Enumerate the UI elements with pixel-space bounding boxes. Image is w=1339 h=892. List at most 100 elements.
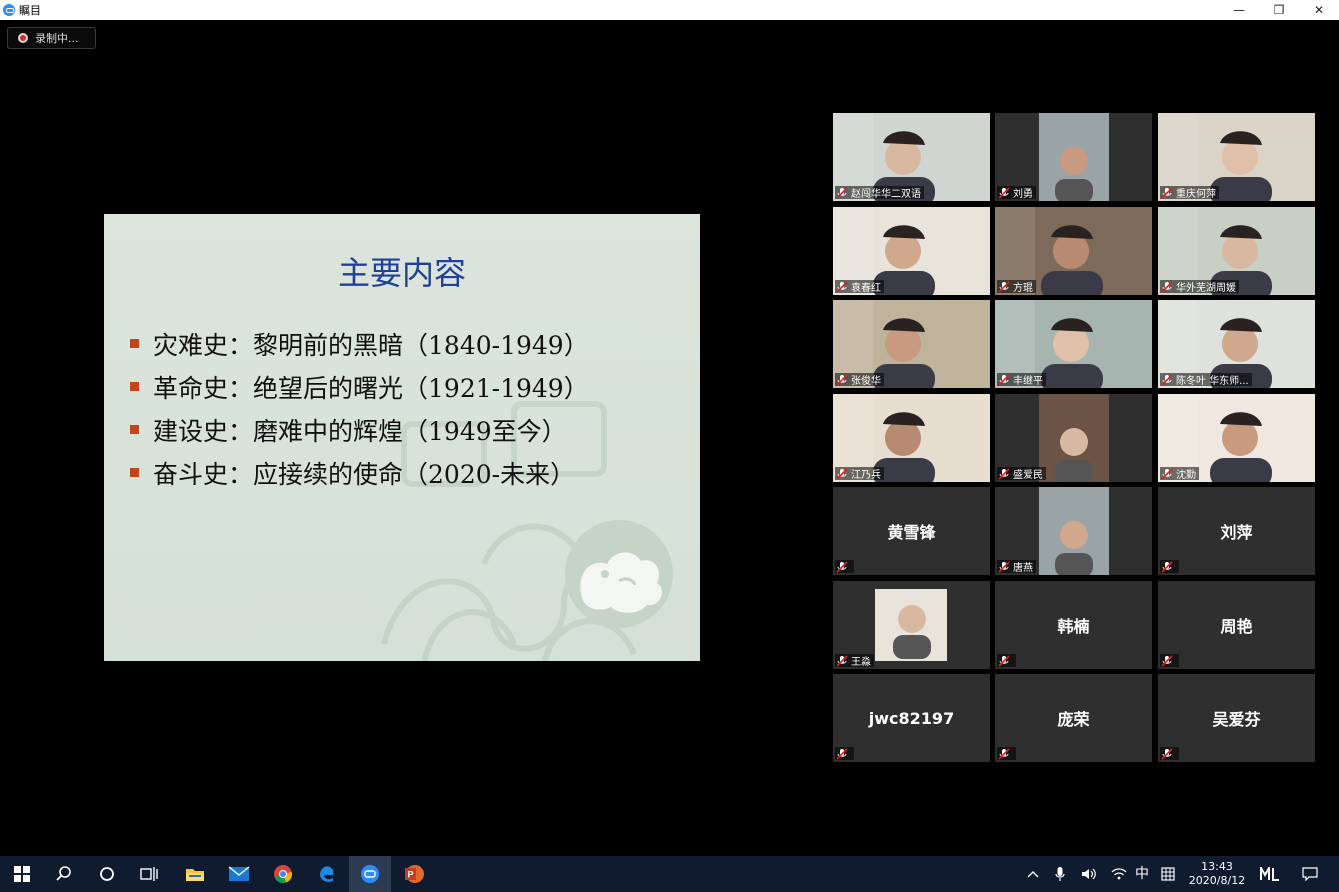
zhumu-taskbar-icon[interactable] [349,856,391,892]
participant-name: 刘勇 [1013,189,1033,200]
microphone-muted-icon [998,560,1010,573]
participant-tile[interactable]: 庞荣 [995,674,1152,762]
participant-name-display: 刘萍 [1220,523,1253,542]
cortana-icon[interactable] [89,856,125,892]
microphone-muted-icon [998,747,1010,760]
microphone-muted-icon [1161,280,1173,293]
participant-tile[interactable]: 黄雪锋 [833,487,990,575]
participant-name: 陈冬叶 华东师... [1176,376,1249,387]
microphone-muted-icon [1161,654,1173,667]
participant-name: 丰继平 [1013,376,1043,387]
participant-caption: 陈冬叶 华东师... [1160,373,1252,387]
participant-tile[interactable]: 吴爱芬 [1158,674,1315,762]
notification-center-icon[interactable] [1296,856,1324,892]
task-view-icon[interactable] [131,856,167,892]
participant-name: 重庆何萍 [1176,189,1216,200]
participant-name-display: 韩楠 [1057,617,1090,636]
participant-tile[interactable]: 刘萍 [1158,487,1315,575]
participant-tile[interactable]: 方琨 [995,207,1152,295]
participant-tile[interactable]: 唐燕 [995,487,1152,575]
keyboard-grid-icon[interactable] [1157,856,1179,892]
microphone-muted-icon [1161,467,1173,480]
slide-heading: 主要内容 [337,254,466,292]
participant-name: 王淼 [851,657,871,668]
edge-icon[interactable] [309,856,345,892]
slide-bullet-item: 灾难史：黎明前的黑暗（1840-1949） [130,322,589,365]
participant-name: 袁春红 [851,283,881,294]
powerpoint-icon[interactable]: P [394,856,434,892]
participant-name-display: 周艳 [1220,617,1253,636]
participant-name-display: 黄雪锋 [887,523,936,542]
participant-tile[interactable]: 赵闯华华二双语 [833,113,990,201]
participant-name: 方琨 [1013,283,1033,294]
participant-caption: 方琨 [997,280,1036,294]
participant-caption: 重庆何萍 [1160,186,1219,200]
participant-caption [835,560,854,573]
participant-name: 江乃兵 [851,470,881,481]
bullet-icon [130,339,139,348]
microphone-muted-icon [836,373,848,386]
participant-tile[interactable]: 张俊华 [833,300,990,388]
network-icon[interactable] [1108,856,1130,892]
participant-caption: 丰继平 [997,373,1046,387]
volume-icon[interactable] [1078,856,1100,892]
microphone-muted-icon [836,280,848,293]
participant-name-display: 吴爱芬 [1212,710,1261,729]
windows-start-icon[interactable] [4,856,40,892]
microphone-muted-icon [1161,747,1173,760]
participant-tile[interactable]: 韩楠 [995,581,1152,669]
participant-caption: 刘勇 [997,186,1036,200]
clock-date: 2020/8/12 [1188,874,1246,887]
chrome-icon[interactable] [265,856,301,892]
participant-caption: 华外芜湖周媛 [1160,280,1239,294]
show-hidden-icons-chevron-up-icon[interactable] [1022,856,1044,892]
participant-tile[interactable]: 王淼 [833,581,990,669]
microphone-muted-icon [1161,373,1173,386]
microphone-muted-icon [998,280,1010,293]
bullet-icon [130,468,139,477]
participant-caption: 沈勤 [1160,467,1199,481]
slide-bullet-item: 建设史：磨难中的辉煌（1949至今） [130,408,589,451]
participant-caption [835,747,854,760]
participant-caption [1160,560,1179,573]
participant-name: 唐燕 [1013,563,1033,574]
microphone-muted-icon [1161,560,1173,573]
microphone-muted-icon [836,467,848,480]
restore-button[interactable]: ❐ [1259,0,1299,20]
participant-tile[interactable]: 陈冬叶 华东师... [1158,300,1315,388]
participant-tile[interactable]: 江乃兵 [833,394,990,482]
participant-tile[interactable]: jwc82197 [833,674,990,762]
participant-tile[interactable]: 刘勇 [995,113,1152,201]
mail-icon[interactable] [221,856,257,892]
input-method-indicator[interactable]: 中 [1132,856,1152,892]
participant-caption: 王淼 [835,654,874,668]
participant-caption: 唐燕 [997,560,1036,574]
microphone-icon[interactable] [1050,856,1070,892]
close-button[interactable]: ✕ [1299,0,1339,20]
participant-tile[interactable]: 盛爱民 [995,394,1152,482]
participant-caption [1160,654,1179,667]
record-icon [18,33,28,43]
participant-name: 沈勤 [1176,470,1196,481]
participant-caption: 江乃兵 [835,467,884,481]
microphone-muted-icon [836,186,848,199]
bullet-icon [130,382,139,391]
participant-tile[interactable]: 周艳 [1158,581,1315,669]
clock[interactable]: 13:43 2020/8/12 [1184,856,1250,892]
recording-indicator[interactable]: 录制中... [7,27,96,49]
participant-name-display: jwc82197 [868,708,955,728]
participant-tile[interactable]: 袁春红 [833,207,990,295]
participant-tile[interactable]: 重庆何萍 [1158,113,1315,201]
ml-brand-tray-icon[interactable] [1256,856,1284,892]
participant-tile[interactable]: 华外芜湖周媛 [1158,207,1315,295]
search-icon[interactable] [46,856,82,892]
minimize-button[interactable]: — [1219,0,1259,20]
shared-slide: 主要内容 灾难史：黎明前的黑暗（1840-1949） 革命史：绝望后的曙光（19… [104,214,700,661]
file-explorer-icon[interactable] [177,856,213,892]
participant-caption: 盛爱民 [997,467,1046,481]
participant-tile[interactable]: 沈勤 [1158,394,1315,482]
microphone-muted-icon [1161,186,1173,199]
participant-tile[interactable]: 丰继平 [995,300,1152,388]
window-title: 瞩目 [19,4,41,17]
participant-caption [997,654,1016,667]
